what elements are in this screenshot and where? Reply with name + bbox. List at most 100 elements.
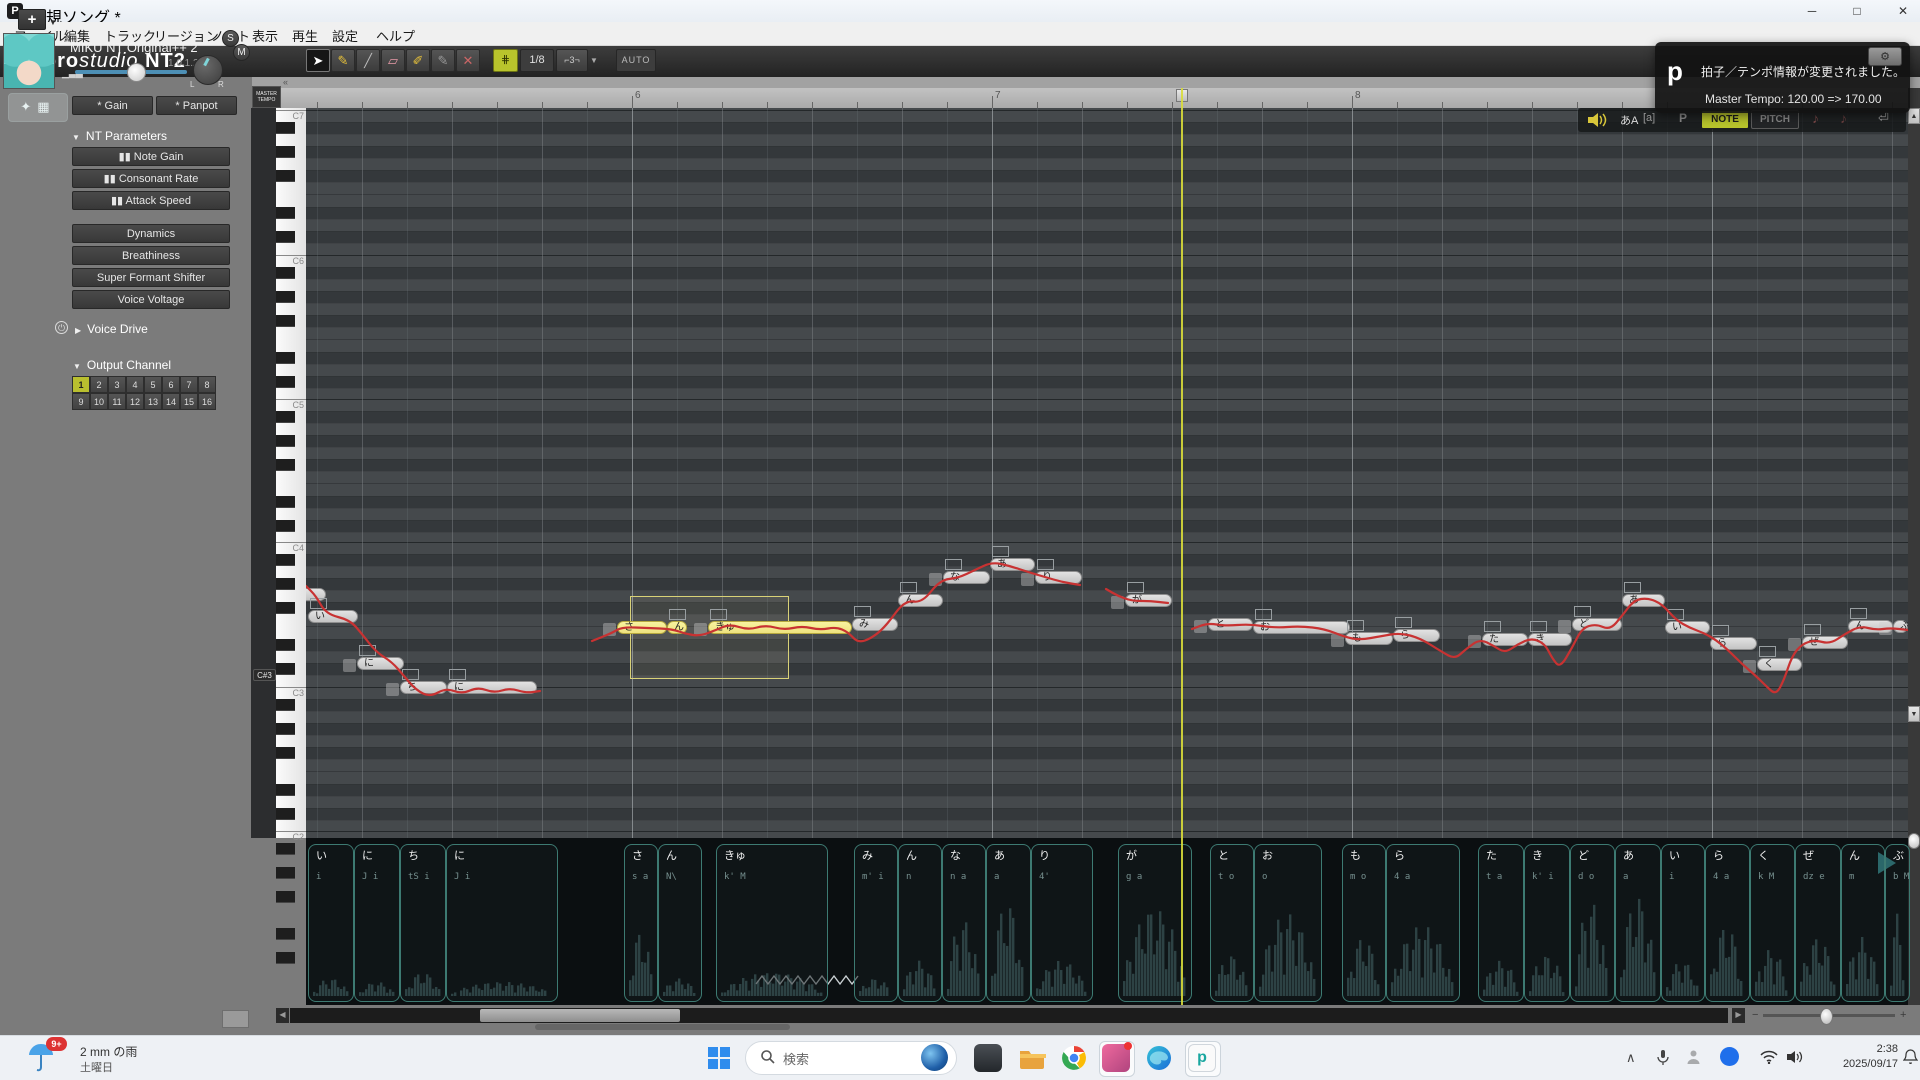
collapse-sidebar-icon[interactable]: « xyxy=(283,77,297,88)
menu-5[interactable]: 表示 xyxy=(248,25,282,46)
piapro-studio-icon[interactable]: p xyxy=(1188,1044,1216,1072)
phoneme-box-ん[interactable] xyxy=(898,844,942,1002)
black-key[interactable] xyxy=(276,146,295,158)
phoneme-box-た[interactable] xyxy=(1478,844,1524,1002)
phoneme-box-きゅ[interactable] xyxy=(716,844,828,1002)
output-channel-13[interactable]: 13 xyxy=(144,393,162,410)
maximize-button[interactable]: □ xyxy=(1840,0,1874,22)
output-channel-5[interactable]: 5 xyxy=(144,376,162,393)
select-tool[interactable]: ➤ xyxy=(306,49,330,72)
phoneme-box-に[interactable] xyxy=(354,844,400,1002)
parameter-badge-icon[interactable]: P xyxy=(1679,111,1687,125)
black-key[interactable] xyxy=(276,578,295,590)
output-channel-2[interactable]: 2 xyxy=(90,376,108,393)
weather-day[interactable]: 土曜日 xyxy=(80,1059,113,1075)
zoom-out-icon[interactable]: − xyxy=(1752,1009,1758,1021)
volume-slider-thumb[interactable] xyxy=(127,63,146,82)
output-channel-14[interactable]: 14 xyxy=(162,393,180,410)
preview-speaker-icon[interactable] xyxy=(1586,112,1608,128)
phoneme-box-な[interactable] xyxy=(942,844,986,1002)
panpot-button[interactable]: * Panpot xyxy=(156,96,237,115)
output-channel-12[interactable]: 12 xyxy=(126,393,144,410)
scroll-left-button[interactable]: ◀ xyxy=(276,1008,289,1023)
phoneme-mode-button[interactable]: [a] xyxy=(1643,112,1655,124)
nt-param-1[interactable]: ▮▮ Consonant Rate xyxy=(72,169,230,188)
phoneme-box-お[interactable] xyxy=(1254,844,1322,1002)
voice-drive-header[interactable]: ▶Voice Drive xyxy=(75,322,148,336)
output-channel-16[interactable]: 16 xyxy=(198,393,216,410)
file-explorer-icon[interactable] xyxy=(1018,1044,1046,1072)
delete-tool[interactable]: ✕ xyxy=(456,49,480,72)
scroll-down-button[interactable]: ▼ xyxy=(1908,706,1920,722)
phoneme-box-ち[interactable] xyxy=(400,844,446,1002)
phoneme-box-さ[interactable] xyxy=(624,844,658,1002)
close-button[interactable]: ✕ xyxy=(1886,0,1920,22)
black-key[interactable] xyxy=(276,867,295,879)
black-key[interactable] xyxy=(276,122,295,134)
voice-btn-2[interactable]: Super Formant Shifter xyxy=(72,268,230,287)
weather-summary[interactable]: 2 mm の雨 xyxy=(80,1043,137,1060)
output-channel-15[interactable]: 15 xyxy=(180,393,198,410)
clock[interactable]: 2:38 2025/09/17 xyxy=(1826,1042,1898,1072)
grid-dropdown-caret[interactable]: ▼ xyxy=(590,56,598,65)
voice-btn-0[interactable]: Dynamics xyxy=(72,224,230,243)
phoneme-box-き[interactable] xyxy=(1524,844,1570,1002)
output-channel-7[interactable]: 7 xyxy=(180,376,198,393)
output-channel-header[interactable]: ▼Output Channel xyxy=(73,358,171,372)
black-key[interactable] xyxy=(276,207,295,219)
output-channel-8[interactable]: 8 xyxy=(198,376,216,393)
black-key[interactable] xyxy=(276,435,295,447)
black-key[interactable] xyxy=(276,723,295,735)
phoneme-box-ど[interactable] xyxy=(1570,844,1615,1002)
pencil-tool[interactable]: ✎ xyxy=(331,49,355,72)
voice-btn-3[interactable]: Voice Voltage xyxy=(72,290,230,309)
phoneme-box-も[interactable] xyxy=(1342,844,1386,1002)
panel-resize-grip[interactable] xyxy=(535,1024,790,1030)
mute-button[interactable]: M xyxy=(233,44,250,61)
phoneme-box-ん[interactable] xyxy=(1841,844,1885,1002)
nt-param-2[interactable]: ▮▮ Attack Speed xyxy=(72,191,230,210)
waveform-panel[interactable]: いiにJ iちtS iにJ iさs aんN\きゅk' Mみm' iんnなn aあ… xyxy=(306,838,1908,1005)
volume-icon[interactable] xyxy=(1786,1050,1803,1064)
black-key[interactable] xyxy=(276,352,295,364)
scroll-right-button[interactable]: ▶ xyxy=(1732,1008,1745,1023)
black-key[interactable] xyxy=(276,699,295,711)
output-channel-11[interactable]: 11 xyxy=(108,393,126,410)
vertical-scroll-thumb[interactable] xyxy=(1908,833,1920,849)
minimize-button[interactable]: ─ xyxy=(1795,0,1829,22)
phoneme-box-ぜ[interactable] xyxy=(1795,844,1841,1002)
notification-bell-icon[interactable] xyxy=(1903,1049,1918,1065)
piano-keyboard[interactable]: C7C6C5C4C3C2 xyxy=(276,108,306,838)
menu-6[interactable]: 再生 xyxy=(288,25,322,46)
phoneme-box-り[interactable] xyxy=(1031,844,1093,1002)
collapse-triangle-icon[interactable]: ▼ xyxy=(73,362,81,371)
black-key[interactable] xyxy=(276,639,295,651)
phoneme-box-い[interactable] xyxy=(1661,844,1705,1002)
black-key[interactable] xyxy=(276,843,295,855)
phoneme-box-ん[interactable] xyxy=(658,844,702,1002)
phoneme-box-い[interactable] xyxy=(308,844,354,1002)
expand-triangle-icon[interactable]: ▶ xyxy=(75,326,81,335)
output-channel-6[interactable]: 6 xyxy=(162,376,180,393)
triplet-button[interactable]: ⌐3¬ xyxy=(556,49,588,72)
phoneme-box-と[interactable] xyxy=(1210,844,1254,1002)
auto-button[interactable]: AUTO xyxy=(616,49,656,72)
marker-tool[interactable]: ✐ xyxy=(406,49,430,72)
add-track-caret-icon[interactable]: ▼ xyxy=(49,18,57,27)
panel-corner-box[interactable] xyxy=(222,1010,249,1028)
pen-tool[interactable]: ✎ xyxy=(431,49,455,72)
black-key[interactable] xyxy=(276,170,295,182)
output-channel-3[interactable]: 3 xyxy=(108,376,126,393)
tray-chevron-icon[interactable]: ∧ xyxy=(1626,1050,1636,1066)
singer-avatar[interactable] xyxy=(3,33,55,89)
phoneme-box-ら[interactable] xyxy=(1386,844,1460,1002)
add-track-button[interactable]: + xyxy=(18,9,46,30)
voice-effect-buttons[interactable]: ✦▦ xyxy=(8,93,68,122)
output-channel-9[interactable]: 9 xyxy=(72,393,90,410)
black-key[interactable] xyxy=(276,891,295,903)
black-key[interactable] xyxy=(276,663,295,675)
black-key[interactable] xyxy=(276,928,295,940)
black-key[interactable] xyxy=(276,520,295,532)
scroll-up-button[interactable]: ▲ xyxy=(1908,108,1920,124)
master-tempo-tab[interactable]: MASTERTEMPO xyxy=(252,86,281,108)
